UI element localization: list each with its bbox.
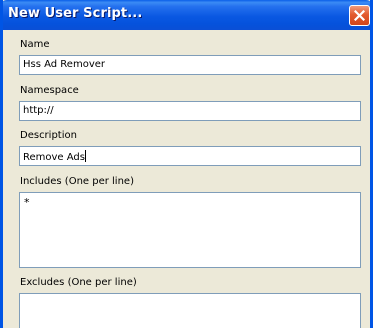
close-icon: [354, 10, 365, 21]
name-field[interactable]: Hss Ad Remover: [19, 55, 361, 75]
namespace-label: Namespace: [20, 85, 79, 96]
text-caret: [84, 150, 86, 162]
close-button[interactable]: [349, 5, 370, 26]
includes-label: Includes (One per line): [20, 176, 134, 187]
title-bar[interactable]: New User Script...: [3, 0, 370, 30]
excludes-textarea[interactable]: [19, 293, 361, 328]
description-field[interactable]: Remove Ads: [19, 146, 361, 166]
includes-textarea[interactable]: *: [19, 192, 361, 268]
name-value: Hss Ad Remover: [23, 59, 106, 70]
description-label: Description: [20, 130, 77, 141]
new-user-script-dialog: New User Script... Name Hss Ad Remover N…: [0, 0, 373, 328]
excludes-label: Excludes (One per line): [20, 277, 137, 288]
description-value: Remove Ads: [23, 152, 85, 163]
includes-value: *: [24, 196, 30, 209]
namespace-field[interactable]: http://: [19, 101, 361, 121]
window-title: New User Script...: [8, 6, 143, 21]
name-label: Name: [20, 39, 50, 50]
namespace-value: http://: [23, 105, 54, 116]
